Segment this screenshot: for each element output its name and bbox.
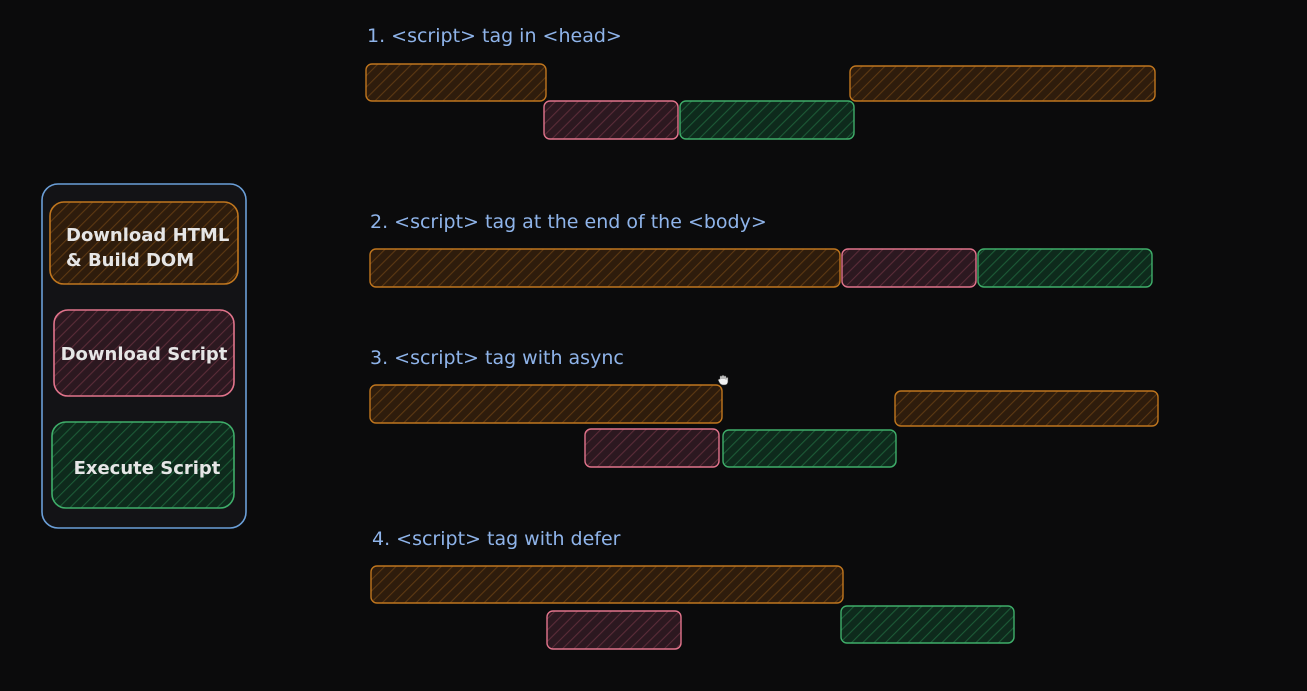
bar-execute-script — [840, 605, 1015, 644]
bar-download-script — [584, 428, 720, 468]
section-defer: 4. <script> tag with defer — [370, 528, 1015, 650]
bar-execute-script — [722, 429, 897, 468]
section-title-head: 1. <script> tag in <head> — [367, 25, 622, 47]
section-title-body-end: 2. <script> tag at the end of the <body> — [370, 211, 767, 233]
legend-label-execute-script: Execute Script — [74, 458, 221, 479]
legend-label-html-line2: & Build DOM — [66, 250, 194, 271]
bar-download-script — [841, 248, 977, 288]
section-head: 1. <script> tag in <head> — [365, 25, 1156, 140]
section-title-async: 3. <script> tag with async — [370, 347, 624, 369]
legend-item-download-script: Download Script — [53, 309, 235, 397]
bar-download-script — [546, 610, 682, 650]
bar-html — [894, 390, 1159, 427]
hand-cursor-icon — [717, 374, 729, 386]
script-loading-diagram: Download HTML & Build DOM Download Scrip… — [41, 25, 1159, 650]
bar-download-script — [543, 100, 679, 140]
bar-execute-script — [977, 248, 1153, 288]
section-title-defer: 4. <script> tag with defer — [372, 528, 621, 550]
legend-item-execute-script: Execute Script — [51, 421, 235, 509]
legend-item-html: Download HTML & Build DOM — [49, 201, 239, 285]
bar-html — [849, 65, 1156, 102]
legend: Download HTML & Build DOM Download Scrip… — [41, 183, 247, 529]
legend-label-html-line1: Download HTML — [66, 225, 229, 246]
bar-html — [369, 248, 841, 288]
section-async: 3. <script> tag with async — [369, 347, 1159, 468]
bar-execute-script — [679, 100, 855, 140]
bar-html — [370, 565, 844, 604]
bar-html — [365, 63, 547, 102]
legend-label-download-script: Download Script — [61, 344, 228, 365]
bar-html — [369, 384, 723, 424]
section-body-end: 2. <script> tag at the end of the <body> — [369, 211, 1153, 288]
